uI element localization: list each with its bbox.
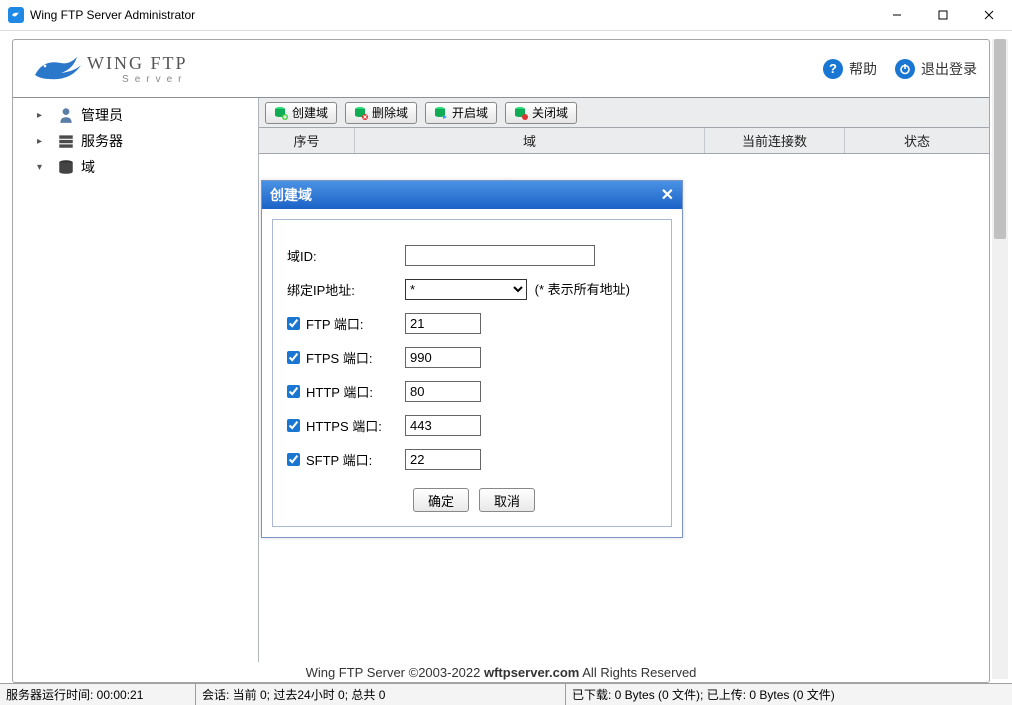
bind-ip-select[interactable]: *: [405, 279, 527, 300]
th-index[interactable]: 序号: [259, 128, 355, 153]
app-header: WING FTP Server ? 帮助 退出登录: [13, 40, 989, 98]
toolbar: 创建域 删除域 开启域 关闭域: [259, 98, 989, 128]
status-bar: 服务器运行时间: 00:00:21 会话: 当前 0; 过去24小时 0; 总共…: [0, 683, 1012, 705]
logo-icon: [31, 51, 83, 87]
dialog-titlebar[interactable]: 创建域 ✕: [262, 181, 682, 209]
create-domain-dialog: 创建域 ✕ 域ID: 绑定IP地址: *: [261, 180, 683, 538]
table-header: 序号 域 当前连接数 状态: [259, 128, 989, 154]
main-panel: 创建域 删除域 开启域 关闭域 序号: [259, 98, 989, 662]
https-checkbox[interactable]: [287, 419, 300, 432]
sftp-port-label[interactable]: SFTP 端口:: [287, 450, 405, 469]
domain-id-label: 域ID:: [287, 246, 405, 265]
logout-label: 退出登录: [921, 59, 977, 79]
th-domain[interactable]: 域: [355, 128, 705, 153]
ftps-port-input[interactable]: [405, 347, 481, 368]
start-domain-button[interactable]: 开启域: [425, 102, 497, 124]
scroll-thumb[interactable]: [994, 39, 1006, 239]
delete-domain-button[interactable]: 删除域: [345, 102, 417, 124]
status-sessions: 会话: 当前 0; 过去24小时 0; 总共 0: [196, 684, 566, 705]
dialog-title: 创建域: [270, 185, 312, 205]
copyright-link[interactable]: wftpserver.com: [484, 665, 579, 680]
tree-item-domain[interactable]: 域: [13, 154, 258, 180]
http-port-input[interactable]: [405, 381, 481, 402]
tree-label: 服务器: [81, 131, 123, 151]
power-icon: [895, 59, 915, 79]
database-delete-icon: [354, 106, 368, 120]
ftps-port-label[interactable]: FTPS 端口:: [287, 348, 405, 367]
vertical-scrollbar[interactable]: [992, 39, 1008, 679]
http-checkbox[interactable]: [287, 385, 300, 398]
ftps-checkbox[interactable]: [287, 351, 300, 364]
logout-button[interactable]: 退出登录: [895, 59, 977, 79]
http-port-label[interactable]: HTTP 端口:: [287, 382, 405, 401]
ftp-checkbox[interactable]: [287, 317, 300, 330]
sftp-port-input[interactable]: [405, 449, 481, 470]
ftp-port-input[interactable]: [405, 313, 481, 334]
tree-label: 管理员: [81, 105, 123, 125]
window-titlebar: Wing FTP Server Administrator: [0, 0, 1012, 31]
copyright: Wing FTP Server ©2003-2022 wftpserver.co…: [13, 665, 989, 680]
database-start-icon: [434, 106, 448, 120]
close-button[interactable]: [966, 0, 1012, 30]
table-body: 创建域 ✕ 域ID: 绑定IP地址: *: [259, 154, 989, 662]
ftp-port-label[interactable]: FTP 端口:: [287, 314, 405, 333]
th-conn[interactable]: 当前连接数: [705, 128, 845, 153]
status-uptime: 服务器运行时间: 00:00:21: [0, 684, 196, 705]
tree-item-admin[interactable]: 管理员: [13, 102, 258, 128]
stop-domain-button[interactable]: 关闭域: [505, 102, 577, 124]
help-button[interactable]: ? 帮助: [823, 59, 877, 79]
database-add-icon: [274, 106, 288, 120]
sftp-checkbox[interactable]: [287, 453, 300, 466]
ok-button[interactable]: 确定: [413, 488, 469, 512]
create-domain-button[interactable]: 创建域: [265, 102, 337, 124]
domain-id-input[interactable]: [405, 245, 595, 266]
domain-icon: [57, 159, 75, 175]
dialog-close-icon[interactable]: ✕: [661, 185, 674, 205]
bind-ip-hint: (* 表示所有地址): [535, 282, 630, 297]
admin-icon: [57, 107, 75, 123]
logo-text-1: WING FTP: [87, 53, 188, 74]
https-port-label[interactable]: HTTPS 端口:: [287, 416, 405, 435]
help-label: 帮助: [849, 59, 877, 79]
cancel-button[interactable]: 取消: [479, 488, 535, 512]
th-status[interactable]: 状态: [845, 128, 989, 153]
status-transfer: 已下载: 0 Bytes (0 文件); 已上传: 0 Bytes (0 文件): [566, 684, 1012, 705]
sidebar: 管理员 服务器 域: [13, 98, 259, 662]
server-icon: [57, 133, 75, 149]
maximize-button[interactable]: [920, 0, 966, 30]
tree-label: 域: [81, 157, 95, 177]
database-stop-icon: [514, 106, 528, 120]
https-port-input[interactable]: [405, 415, 481, 436]
tree-item-server[interactable]: 服务器: [13, 128, 258, 154]
help-icon: ?: [823, 59, 843, 79]
window-title: Wing FTP Server Administrator: [30, 8, 874, 22]
bind-ip-label: 绑定IP地址:: [287, 280, 405, 299]
logo: WING FTP Server: [31, 51, 805, 87]
minimize-button[interactable]: [874, 0, 920, 30]
logo-text-2: Server: [87, 74, 188, 85]
app-icon: [8, 7, 24, 23]
